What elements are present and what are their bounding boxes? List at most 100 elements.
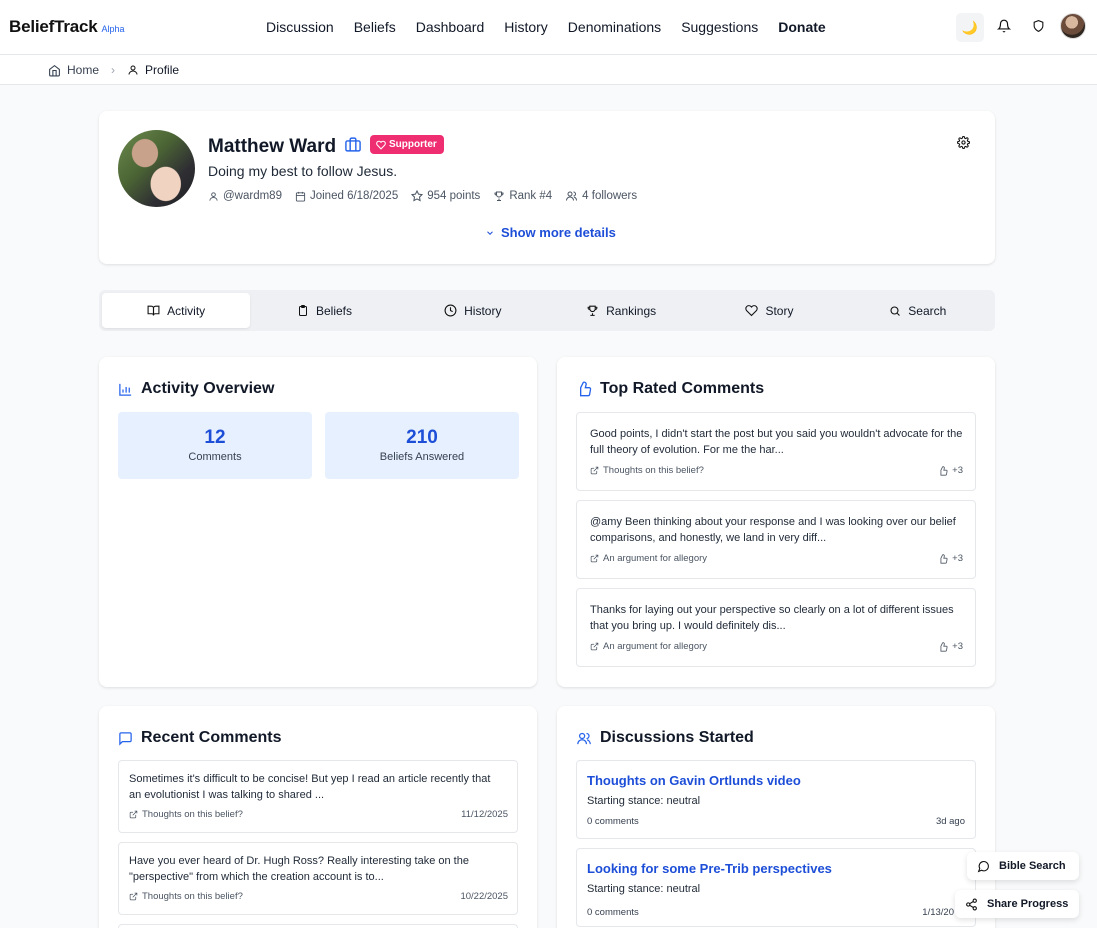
shield-icon[interactable] bbox=[1032, 19, 1045, 33]
message-square-icon bbox=[119, 731, 132, 746]
score-value: +3 bbox=[952, 553, 963, 564]
username-text: @wardm89 bbox=[223, 190, 282, 202]
external-link-icon bbox=[129, 810, 138, 819]
search-icon bbox=[890, 305, 901, 316]
discussion-stance: Starting stance: neutral bbox=[587, 883, 701, 895]
tab-activity-label: Activity bbox=[167, 303, 206, 318]
share-progress-label: Share Progress bbox=[987, 898, 1069, 910]
discussion-title-link[interactable]: Looking for some Pre-Trib perspectives bbox=[587, 861, 832, 876]
tab-search-label: Search bbox=[908, 303, 947, 318]
message-circle-icon bbox=[977, 860, 989, 872]
profile-tabs: Activity Beliefs History Rankings Story … bbox=[99, 290, 995, 331]
settings-gear-icon[interactable] bbox=[957, 136, 970, 149]
meta-followers[interactable]: 4 followers bbox=[565, 190, 637, 202]
comment-source-link[interactable]: An argument for allegory bbox=[590, 641, 707, 652]
tab-search[interactable]: Search bbox=[844, 293, 992, 328]
discussion-title-link[interactable]: Thoughts on Gavin Ortlunds video bbox=[587, 773, 801, 788]
recent-comment[interactable] bbox=[118, 924, 518, 928]
heart-icon bbox=[745, 305, 759, 317]
comment-text: Good points, I didn't start the post but… bbox=[590, 428, 963, 456]
supporter-badge: Supporter bbox=[370, 135, 444, 154]
top-rated-comment[interactable]: Good points, I didn't start the post but… bbox=[576, 412, 976, 491]
comment-source-link[interactable]: Thoughts on this belief? bbox=[129, 809, 243, 820]
discussions-title: Discussions Started bbox=[600, 729, 754, 746]
tab-rankings[interactable]: Rankings bbox=[547, 293, 695, 328]
tab-history-label: History bbox=[464, 303, 502, 318]
thumbs-up-icon bbox=[940, 465, 948, 476]
comment-text: Thanks for laying out your perspective s… bbox=[590, 604, 954, 632]
comment-source-label: Thoughts on this belief? bbox=[142, 809, 243, 820]
top-rated-title: Top Rated Comments bbox=[600, 380, 765, 397]
joined-text: Joined 6/18/2025 bbox=[309, 190, 399, 202]
breadcrumb-home[interactable]: Home bbox=[67, 63, 99, 77]
show-more-details-button[interactable]: Show more details bbox=[485, 225, 616, 240]
brand-logo[interactable]: BeliefTrack Alpha bbox=[9, 17, 125, 37]
tab-activity[interactable]: Activity bbox=[102, 293, 251, 328]
trophy-icon bbox=[587, 305, 598, 316]
meta-joined: Joined 6/18/2025 bbox=[295, 190, 398, 202]
top-rated-comment[interactable]: Thanks for laying out your perspective s… bbox=[576, 588, 976, 667]
nav-beliefs[interactable]: Beliefs bbox=[354, 19, 396, 35]
user-avatar[interactable] bbox=[1060, 13, 1086, 39]
comment-date: 10/22/2025 bbox=[460, 891, 508, 902]
nav-history[interactable]: History bbox=[504, 19, 548, 35]
discussion-item[interactable]: Looking for some Pre-Trib perspectives S… bbox=[576, 848, 976, 927]
comment-date: 11/12/2025 bbox=[461, 809, 508, 820]
supporter-label: Supporter bbox=[389, 139, 437, 150]
recent-comments-card: Recent Comments Sometimes it's difficult… bbox=[99, 706, 537, 928]
points-text: 954 points bbox=[427, 190, 481, 202]
discussion-comment-count: 0 comments bbox=[587, 907, 639, 918]
external-link-icon bbox=[590, 642, 599, 651]
nav-denominations[interactable]: Denominations bbox=[568, 19, 661, 35]
stat-comments-value: 12 bbox=[204, 427, 226, 448]
tab-history[interactable]: History bbox=[399, 293, 547, 328]
users-icon bbox=[566, 191, 578, 201]
bell-icon[interactable] bbox=[997, 19, 1011, 33]
recent-comment[interactable]: Have you ever heard of Dr. Hugh Ross? Re… bbox=[118, 842, 518, 915]
profile-card: Matthew Ward Supporter Doing my best to … bbox=[99, 111, 995, 264]
tab-story-label: Story bbox=[765, 303, 794, 318]
comment-score: +3 bbox=[938, 553, 963, 564]
tab-rankings-label: Rankings bbox=[606, 303, 657, 318]
share-progress-button[interactable]: Share Progress bbox=[955, 890, 1079, 918]
activity-overview-title: Activity Overview bbox=[141, 380, 275, 397]
discussion-item[interactable]: Thoughts on Gavin Ortlunds video Startin… bbox=[576, 760, 976, 839]
followers-text: 4 followers bbox=[582, 190, 638, 202]
briefcase-icon bbox=[344, 136, 362, 153]
profile-photo bbox=[118, 130, 195, 207]
meta-points: 954 points bbox=[411, 190, 480, 202]
tab-beliefs[interactable]: Beliefs bbox=[250, 293, 398, 328]
comment-source-label: An argument for allegory bbox=[603, 553, 708, 564]
nav-dashboard[interactable]: Dashboard bbox=[416, 19, 485, 35]
bible-search-button[interactable]: Bible Search bbox=[967, 852, 1079, 880]
breadcrumb-current: Profile bbox=[145, 63, 180, 77]
tab-story[interactable]: Story bbox=[695, 293, 843, 328]
comment-score: +3 bbox=[938, 641, 963, 652]
comment-source-link[interactable]: Thoughts on this belief? bbox=[590, 465, 704, 476]
top-rated-comment[interactable]: @amy Been thinking about your response a… bbox=[576, 500, 976, 579]
user-icon bbox=[209, 191, 218, 201]
moon-icon: 🌙 bbox=[961, 19, 979, 35]
comment-source-link[interactable]: Thoughts on this belief? bbox=[129, 891, 243, 902]
nav-discussion[interactable]: Discussion bbox=[266, 19, 334, 35]
top-rated-comments-card: Top Rated Comments Good points, I didn't… bbox=[557, 357, 995, 687]
comment-source-label: Thoughts on this belief? bbox=[142, 891, 243, 902]
nav-donate[interactable]: Donate bbox=[778, 19, 825, 35]
comment-source-link[interactable]: An argument for allegory bbox=[590, 553, 707, 564]
brand-name: BeliefTrack bbox=[9, 17, 98, 36]
breadcrumb: Home › Profile bbox=[0, 55, 1097, 85]
bar-chart-icon bbox=[119, 383, 132, 396]
meta-rank: Rank #4 bbox=[493, 190, 552, 202]
comment-text: Sometimes it's difficult to be concise! … bbox=[129, 773, 491, 801]
clipboard-icon bbox=[298, 305, 307, 316]
stat-comments: 12 Comments bbox=[118, 412, 312, 479]
score-value: +3 bbox=[952, 641, 963, 652]
chevron-right-icon: › bbox=[111, 63, 116, 77]
nav-suggestions[interactable]: Suggestions bbox=[681, 19, 758, 35]
external-link-icon bbox=[590, 554, 599, 563]
main-nav: Discussion Beliefs Dashboard History Den… bbox=[266, 19, 846, 35]
recent-comment[interactable]: Sometimes it's difficult to be concise! … bbox=[118, 760, 518, 833]
discussion-comment-count: 0 comments bbox=[587, 816, 639, 827]
theme-toggle-button[interactable]: 🌙 bbox=[956, 13, 984, 42]
score-value: +3 bbox=[952, 465, 963, 476]
